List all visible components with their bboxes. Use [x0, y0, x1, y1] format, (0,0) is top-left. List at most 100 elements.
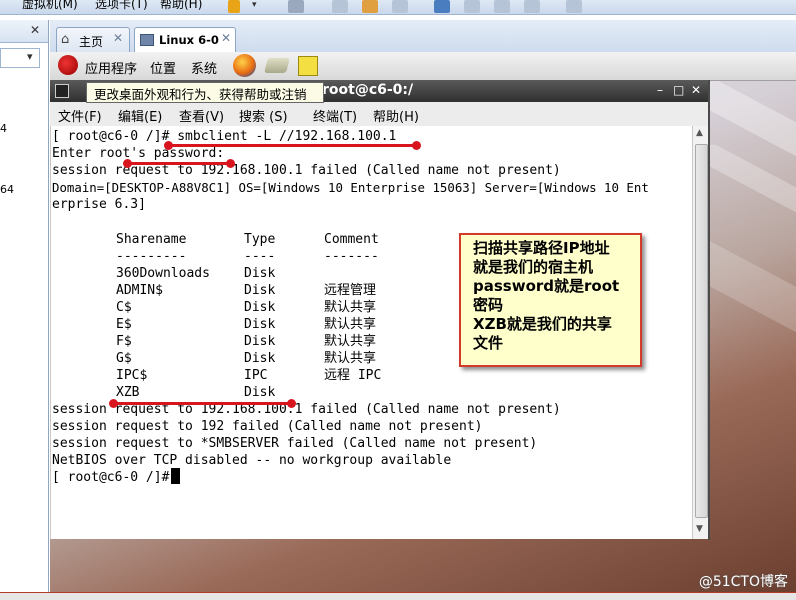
send-keys-icon[interactable]	[288, 0, 304, 13]
library-search-combo[interactable]: ▾	[0, 48, 40, 68]
share-type: Disk	[244, 351, 276, 366]
terminal-line: Enter root's password:	[52, 146, 225, 161]
redhat-icon[interactable]	[58, 55, 78, 75]
terminal-line: [ root@c6-0 /]# smbclient -L //192.168.1…	[52, 129, 397, 144]
library-item-number[interactable]: 64	[0, 183, 14, 196]
library-item-number[interactable]: 4	[0, 122, 7, 135]
annotation-underline	[113, 402, 291, 405]
share-type: Disk	[244, 317, 276, 332]
window-title: root@c6-0:/	[322, 82, 414, 98]
places-menu[interactable]: 位置	[150, 58, 176, 77]
menu-help[interactable]: 帮助(H)	[373, 106, 419, 125]
share-header-type: Type	[244, 232, 276, 247]
revert-snapshot-icon[interactable]	[362, 0, 378, 13]
terminal-line: session request to *SMBSERVER failed (Ca…	[52, 436, 538, 451]
terminal-line: Domain=[DESKTOP-A88V8C1] OS=[Windows 10 …	[52, 180, 649, 195]
scrollbar-thumb[interactable]	[695, 144, 708, 518]
close-icon[interactable]: ✕	[221, 31, 231, 45]
share-name: XZB	[116, 385, 140, 400]
share-comment: 默认共享	[324, 300, 377, 315]
watermark: @51CTO博客	[698, 574, 788, 590]
annotation-underline	[168, 144, 416, 147]
tooltip: 更改桌面外观和行为、获得帮助或注销	[86, 82, 324, 103]
vm-menu-item-vm[interactable]: 虚拟机(M)	[22, 0, 78, 12]
tab-linux-6-0[interactable]: Linux 6-0 ✕	[134, 27, 236, 52]
close-icon[interactable]: ✕	[113, 31, 123, 45]
pause-icon[interactable]	[228, 0, 240, 13]
share-type: Disk	[244, 283, 276, 298]
share-comment: 默认共享	[324, 334, 377, 349]
menu-view[interactable]: 查看(V)	[179, 106, 224, 125]
annotation-dot	[164, 141, 173, 150]
mail-icon[interactable]	[263, 58, 291, 73]
annotation-dot	[287, 399, 296, 408]
share-comment: 默认共享	[324, 351, 377, 366]
fullscreen-icon[interactable]	[464, 0, 480, 13]
share-comment: 远程 IPC	[324, 368, 382, 383]
close-icon[interactable]: ✕	[691, 83, 701, 97]
terminal-menubar: 文件(F) 编辑(E) 查看(V) 搜索 (S) 终端(T) 帮助(H)	[50, 102, 710, 127]
thumbnail-view-icon[interactable]	[566, 0, 582, 13]
callout-line: 扫描共享路径IP地址	[473, 239, 610, 257]
home-icon: ⌂	[61, 32, 70, 47]
callout-line: password就是root	[473, 277, 620, 295]
share-name: C$	[116, 300, 132, 315]
vm-menu-item-help[interactable]: 帮助(H)	[160, 0, 202, 12]
annotation-dot	[123, 159, 132, 168]
annotation-dot	[412, 141, 421, 150]
scroll-down-icon[interactable]: ▼	[696, 524, 703, 534]
console-view-icon[interactable]	[524, 0, 540, 13]
menu-terminal[interactable]: 终端(T)	[313, 106, 357, 125]
applications-menu[interactable]: 应用程序	[85, 58, 137, 77]
share-separator: -------	[324, 249, 379, 264]
annotation-dot	[226, 159, 235, 168]
callout-line: 密码	[473, 296, 504, 314]
terminal-line: NetBIOS over TCP disabled -- no workgrou…	[52, 453, 452, 468]
vm-icon	[140, 34, 154, 46]
share-type: Disk	[244, 300, 276, 315]
minimize-icon[interactable]: –	[657, 83, 663, 97]
menu-search[interactable]: 搜索 (S)	[239, 106, 288, 125]
tab-home[interactable]: ⌂ 主页 ✕	[56, 27, 130, 52]
share-header-comment: Comment	[324, 232, 379, 247]
library-panel: 4 64	[0, 20, 49, 592]
callout-line: 文件	[473, 334, 504, 352]
annotation-dot	[109, 399, 118, 408]
tooltip-text: 更改桌面外观和行为、获得帮助或注销	[94, 87, 307, 102]
share-comment: 远程管理	[324, 283, 377, 298]
terminal-scrollbar[interactable]: ▲ ▼	[692, 126, 709, 539]
share-type: IPC	[244, 368, 268, 383]
system-menu[interactable]: 系统	[191, 58, 217, 77]
share-name: IPC$	[116, 368, 148, 383]
maximize-icon[interactable]: □	[673, 83, 684, 97]
menu-file[interactable]: 文件(F)	[58, 106, 102, 125]
share-name: ADMIN$	[116, 283, 163, 298]
scroll-up-icon[interactable]: ▲	[696, 128, 703, 138]
notes-icon[interactable]	[298, 56, 318, 76]
callout-line: XZB就是我们的共享	[473, 315, 612, 333]
share-name: 360Downloads	[116, 266, 210, 281]
share-type: Disk	[244, 385, 276, 400]
share-name: G$	[116, 351, 132, 366]
snapshot-icon[interactable]	[332, 0, 348, 13]
tab-label: Linux 6-0	[159, 33, 219, 47]
share-name: F$	[116, 334, 132, 349]
chevron-down-icon[interactable]: ▾	[27, 50, 33, 63]
terminal-line: session request to 192 failed (Called na…	[52, 419, 483, 434]
unity-icon[interactable]	[494, 0, 510, 13]
share-comment: 默认共享	[324, 317, 377, 332]
menu-edit[interactable]: 编辑(E)	[118, 106, 162, 125]
annotation-callout: 扫描共享路径IP地址 就是我们的宿主机 password就是root 密码 XZ…	[459, 233, 642, 367]
library-header: ✕	[0, 20, 48, 43]
firefox-icon[interactable]	[233, 54, 256, 77]
vm-menubar: 虚拟机(M) 选项卡(T) 帮助(H) ▾	[0, 0, 796, 15]
library-view-icon[interactable]	[434, 0, 450, 13]
snapshot-manager-icon[interactable]	[392, 0, 408, 13]
close-icon[interactable]: ✕	[30, 23, 40, 37]
terminal-cursor	[171, 468, 180, 484]
dropdown-arrow-icon[interactable]: ▾	[252, 0, 268, 13]
window-border	[708, 80, 710, 540]
tab-label: 主页	[79, 35, 104, 49]
vm-tab-bar: ⌂ 主页 ✕ Linux 6-0 ✕	[50, 20, 796, 53]
vm-menu-item-tabs[interactable]: 选项卡(T)	[95, 0, 148, 12]
